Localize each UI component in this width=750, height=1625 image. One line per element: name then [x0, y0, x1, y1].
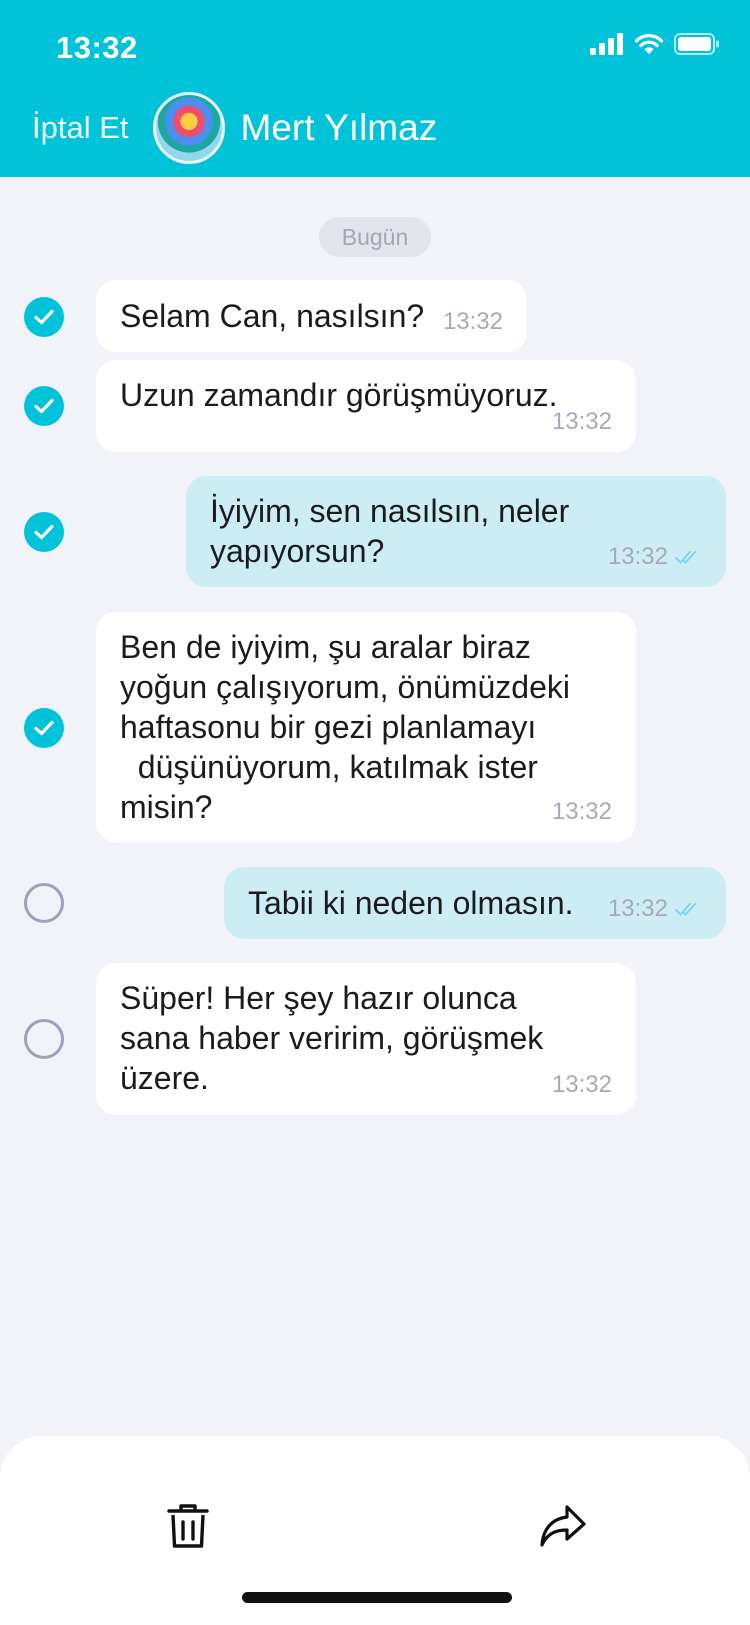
- checkmark-icon: [34, 398, 54, 414]
- forward-button[interactable]: [533, 1496, 593, 1556]
- status-icons: [590, 33, 720, 55]
- wifi-icon: [634, 34, 664, 54]
- double-check-icon: [675, 903, 696, 916]
- message-bubble-outgoing[interactable]: Tabii ki neden olmasın. 13:32: [224, 867, 726, 939]
- home-indicator: [242, 1592, 512, 1603]
- message-time: 13:32: [551, 408, 612, 435]
- message-time: 13:32: [551, 1071, 612, 1098]
- contact-name[interactable]: Mert Yılmaz: [241, 107, 438, 149]
- chat-header: 13:32 İptal Et Mert Yılmaz: [0, 0, 750, 177]
- select-check[interactable]: [24, 708, 64, 748]
- message-bubble-outgoing[interactable]: İyiyim, sen nasılsın, neler yapıyorsun? …: [186, 476, 726, 587]
- select-check[interactable]: [24, 1019, 64, 1059]
- message-meta: 13:32: [552, 402, 612, 442]
- message-time: 13:32: [551, 798, 612, 825]
- nav-row: İptal Et Mert Yılmaz: [32, 92, 437, 164]
- message-text: Uzun zamandır görüşmüyoruz.: [120, 377, 558, 413]
- cancel-button[interactable]: İptal Et: [32, 110, 129, 146]
- select-check[interactable]: [24, 512, 64, 552]
- message-text: Süper! Her şey hazır olunca sana haber v…: [120, 980, 544, 1096]
- checkmark-icon: [34, 524, 54, 540]
- message-meta: 13:32: [608, 537, 702, 577]
- trash-icon: [167, 1504, 209, 1548]
- avatar[interactable]: [152, 92, 225, 164]
- message-meta: 13:32: [608, 889, 702, 929]
- message-time: 13:32: [442, 308, 503, 335]
- message-bubble-incoming[interactable]: Ben de iyiyim, şu aralar biraz yoğun çal…: [96, 612, 636, 842]
- select-check[interactable]: [24, 386, 64, 426]
- checkmark-icon: [34, 309, 54, 325]
- signal-icon: [590, 33, 623, 55]
- select-check[interactable]: [24, 297, 64, 337]
- double-check-icon: [675, 551, 696, 564]
- message-bubble-incoming[interactable]: Süper! Her şey hazır olunca sana haber v…: [96, 963, 636, 1115]
- message-time: 13:32: [607, 895, 668, 922]
- message-bubble-incoming[interactable]: Selam Can, nasılsın? 13:32: [96, 280, 527, 352]
- delete-button[interactable]: [158, 1496, 218, 1556]
- forward-arrow-icon: [540, 1505, 586, 1547]
- message-meta: 13:32: [552, 1065, 612, 1105]
- checkmark-icon: [34, 720, 54, 736]
- battery-icon: [674, 33, 719, 55]
- date-separator: Bugün: [319, 217, 431, 257]
- message-bubble-incoming[interactable]: Uzun zamandır görüşmüyoruz. 13:32: [96, 360, 636, 452]
- message-meta: 13:32: [443, 302, 503, 342]
- message-meta: 13:32: [552, 792, 612, 832]
- message-time: 13:32: [607, 543, 668, 570]
- message-text: Ben de iyiyim, şu aralar biraz yoğun çal…: [120, 629, 570, 825]
- status-time: 13:32: [56, 30, 138, 65]
- select-check[interactable]: [24, 883, 64, 923]
